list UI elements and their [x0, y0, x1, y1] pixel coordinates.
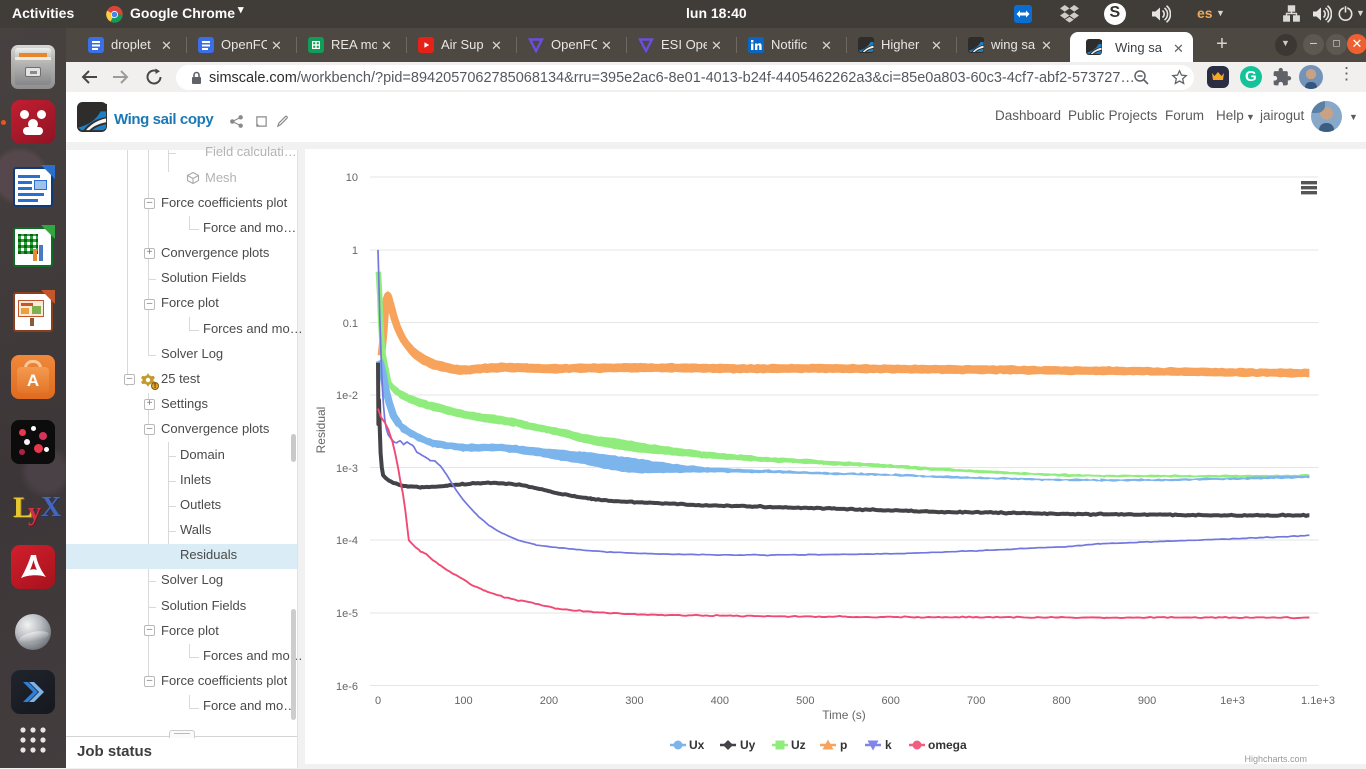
- svg-text:800: 800: [1052, 695, 1070, 707]
- svg-text:1.1e+3: 1.1e+3: [1301, 695, 1335, 707]
- svg-text:1: 1: [352, 245, 358, 257]
- svg-text:Ux: Ux: [689, 738, 705, 752]
- svg-text:0.1: 0.1: [343, 318, 358, 330]
- svg-text:700: 700: [967, 695, 985, 707]
- svg-text:900: 900: [1138, 695, 1156, 707]
- svg-text:500: 500: [796, 695, 814, 707]
- svg-text:400: 400: [711, 695, 729, 707]
- svg-text:Uy: Uy: [740, 738, 756, 752]
- svg-text:p: p: [840, 738, 847, 752]
- svg-text:Uz: Uz: [791, 738, 806, 752]
- svg-text:1e-4: 1e-4: [336, 535, 358, 547]
- svg-text:600: 600: [882, 695, 900, 707]
- svg-text:1e-3: 1e-3: [336, 463, 358, 475]
- svg-text:1e-5: 1e-5: [336, 608, 358, 620]
- svg-text:200: 200: [540, 695, 558, 707]
- svg-text:omega: omega: [928, 738, 967, 752]
- svg-text:1e+3: 1e+3: [1220, 695, 1245, 707]
- svg-text:0: 0: [375, 695, 381, 707]
- svg-text:100: 100: [454, 695, 472, 707]
- svg-text:Time (s): Time (s): [822, 708, 866, 722]
- svg-text:1e-6: 1e-6: [336, 681, 358, 693]
- svg-text:1e-2: 1e-2: [336, 390, 358, 402]
- svg-text:300: 300: [625, 695, 643, 707]
- svg-text:10: 10: [346, 172, 358, 184]
- svg-text:Residual: Residual: [314, 407, 328, 454]
- svg-text:Highcharts.com: Highcharts.com: [1244, 754, 1307, 764]
- svg-text:k: k: [885, 738, 892, 752]
